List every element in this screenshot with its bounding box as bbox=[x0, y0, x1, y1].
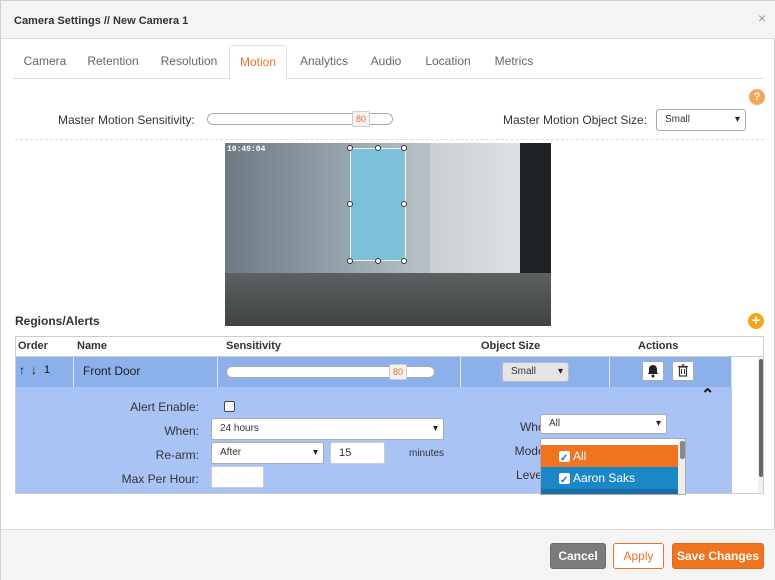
rearm-select[interactable]: After ▾ bbox=[211, 442, 324, 464]
checkbox-checked-icon[interactable] bbox=[559, 448, 570, 470]
chevron-down-icon: ▾ bbox=[432, 423, 438, 434]
chevron-down-icon: ▾ bbox=[312, 447, 318, 458]
collapse-chevron-icon[interactable]: ⌃ bbox=[701, 385, 714, 405]
master-object-size-value: Small bbox=[665, 114, 691, 125]
tab-metrics[interactable]: Metrics bbox=[487, 45, 541, 79]
dropdown-scrollbar-thumb[interactable] bbox=[680, 441, 685, 459]
max-per-hour-input[interactable] bbox=[211, 466, 264, 488]
master-object-size-select[interactable]: Small ▾ bbox=[656, 109, 746, 131]
caret-down-icon: ▾ bbox=[655, 418, 661, 429]
preview-floor bbox=[225, 273, 551, 326]
bell-icon bbox=[647, 365, 659, 378]
save-changes-button[interactable]: Save Changes bbox=[672, 543, 764, 569]
camera-settings-dialog: Camera Settings // New Camera 1 × Camera… bbox=[0, 0, 775, 580]
apply-button[interactable]: Apply bbox=[613, 543, 664, 569]
dialog-footer: Cancel Apply Save Changes bbox=[1, 529, 775, 580]
master-sensitivity-thumb[interactable]: 80 bbox=[352, 111, 370, 127]
tab-location[interactable]: Location bbox=[417, 45, 479, 79]
tab-camera[interactable]: Camera bbox=[13, 45, 77, 79]
max-per-hour-label: Max Per Hour: bbox=[121, 472, 199, 486]
master-sensitivity-slider[interactable]: 80 bbox=[207, 111, 393, 127]
cancel-button[interactable]: Cancel bbox=[550, 543, 606, 569]
who-select[interactable]: All ▾ bbox=[540, 414, 667, 434]
who-option-partial bbox=[541, 489, 678, 494]
when-select[interactable]: 24 hours ▾ bbox=[211, 418, 444, 440]
row-name: Front Door bbox=[83, 364, 141, 378]
row-sensitivity-thumb[interactable]: 80 bbox=[389, 364, 407, 380]
tab-resolution[interactable]: Resolution bbox=[153, 45, 225, 79]
rearm-label: Re-arm: bbox=[155, 448, 199, 462]
region-handle-n[interactable] bbox=[375, 145, 381, 151]
who-dropdown-list: All Aaron Saks bbox=[540, 438, 686, 495]
help-icon[interactable]: ? bbox=[749, 89, 765, 105]
dialog-title: Camera Settings // New Camera 1 bbox=[14, 15, 189, 27]
minutes-label: minutes bbox=[409, 448, 445, 459]
alert-enable-label: Alert Enable: bbox=[130, 400, 199, 414]
title-bar: Camera Settings // New Camera 1 × bbox=[1, 1, 775, 39]
cell-divider bbox=[217, 357, 218, 387]
table-scrollbar[interactable] bbox=[758, 357, 763, 493]
cell-divider bbox=[460, 357, 461, 387]
regions-alerts-heading: Regions/Alerts bbox=[15, 314, 100, 328]
tab-bar: Camera Retention Resolution Motion Analy… bbox=[13, 45, 764, 80]
master-sensitivity-label: Master Motion Sensitivity: bbox=[58, 113, 195, 127]
tab-analytics[interactable]: Analytics bbox=[293, 45, 355, 79]
who-option-label: All bbox=[573, 449, 587, 463]
cell-divider bbox=[731, 357, 732, 387]
motion-region-box[interactable] bbox=[350, 148, 406, 261]
alert-enable-checkbox[interactable] bbox=[224, 401, 235, 412]
add-region-icon[interactable]: + bbox=[748, 313, 764, 329]
who-value: All bbox=[549, 418, 561, 429]
chevron-down-icon: ▾ bbox=[734, 114, 740, 125]
cell-divider bbox=[73, 357, 74, 387]
chevron-down-icon: ▾ bbox=[557, 366, 563, 377]
col-actions: Actions bbox=[638, 340, 679, 352]
col-name: Name bbox=[77, 340, 107, 352]
row-object-size-value: Small bbox=[511, 366, 537, 377]
cell-divider bbox=[609, 357, 610, 387]
divider bbox=[15, 139, 764, 140]
who-option-label: Aaron Saks bbox=[573, 471, 636, 485]
region-handle-w[interactable] bbox=[347, 201, 353, 207]
rearm-minutes-input[interactable]: 15 bbox=[330, 442, 385, 464]
col-object-size: Object Size bbox=[481, 340, 541, 352]
close-icon[interactable]: × bbox=[758, 10, 766, 26]
tab-audio[interactable]: Audio bbox=[363, 45, 409, 79]
row-order: 1 bbox=[44, 364, 51, 376]
table-scrollbar-thumb[interactable] bbox=[759, 359, 763, 477]
col-sensitivity: Sensitivity bbox=[226, 340, 282, 352]
rearm-value: After bbox=[220, 447, 242, 458]
who-option-aaron-saks[interactable]: Aaron Saks bbox=[541, 467, 678, 492]
row-sensitivity-slider[interactable]: 80 bbox=[226, 364, 435, 380]
table-header: Order Name Sensitivity Object Size Actio… bbox=[16, 337, 763, 357]
table-row[interactable]: ↑ ↓ 1 Front Door 80 Small ▾ bbox=[16, 357, 732, 387]
region-handle-nw[interactable] bbox=[347, 145, 353, 151]
region-handle-s[interactable] bbox=[375, 258, 381, 264]
move-up-icon[interactable]: ↑ bbox=[19, 363, 25, 377]
tab-retention[interactable]: Retention bbox=[79, 45, 147, 79]
dropdown-scrollbar[interactable] bbox=[678, 439, 685, 494]
when-label: When: bbox=[164, 424, 199, 438]
col-order: Order bbox=[18, 340, 48, 352]
region-handle-sw[interactable] bbox=[347, 258, 353, 264]
trash-icon bbox=[678, 364, 688, 377]
row-object-size-select[interactable]: Small ▾ bbox=[502, 362, 569, 382]
delete-region-button[interactable] bbox=[672, 361, 694, 381]
region-handle-ne[interactable] bbox=[401, 145, 407, 151]
alert-bell-button[interactable] bbox=[642, 361, 664, 381]
preview-timestamp: 10:49:04 bbox=[227, 145, 266, 154]
who-option-all[interactable]: All bbox=[541, 445, 678, 470]
master-object-size-label: Master Motion Object Size: bbox=[503, 113, 648, 127]
move-down-icon[interactable]: ↓ bbox=[31, 363, 37, 377]
when-value: 24 hours bbox=[220, 423, 259, 434]
tab-motion[interactable]: Motion bbox=[229, 45, 287, 80]
checkbox-checked-icon[interactable] bbox=[559, 470, 570, 492]
region-handle-se[interactable] bbox=[401, 258, 407, 264]
region-handle-e[interactable] bbox=[401, 201, 407, 207]
